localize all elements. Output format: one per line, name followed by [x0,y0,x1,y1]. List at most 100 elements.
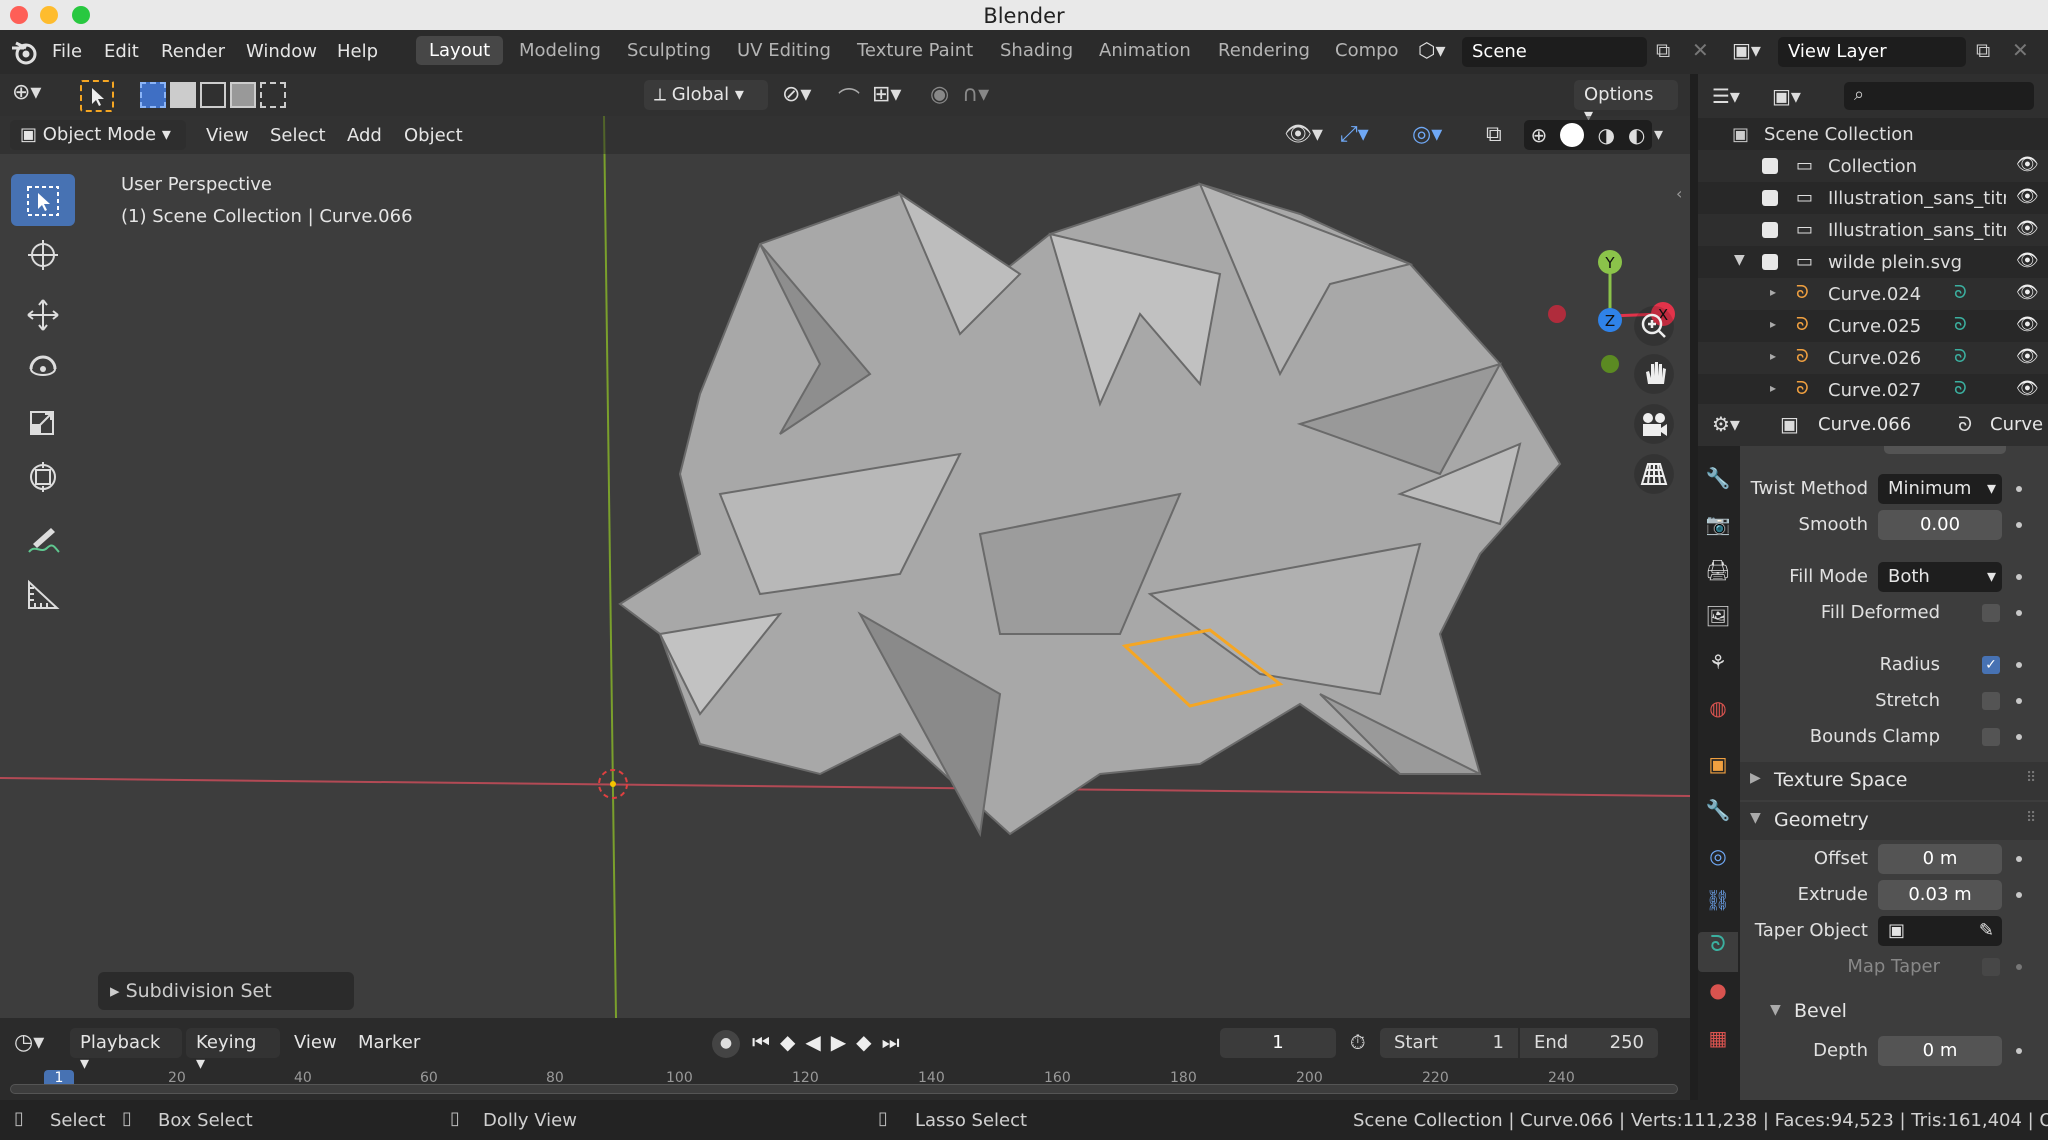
animate-property-dot[interactable] [2016,574,2022,580]
bounds-clamp-checkbox[interactable] [1982,728,2000,746]
clipped-field[interactable] [1884,446,2006,454]
proportional-falloff-icon[interactable]: ∩▾ [962,82,989,107]
eye-icon[interactable]: 👁 [2016,282,2039,303]
outliner-search-input[interactable]: ⌕ [1844,82,2034,110]
select-box-tool-icon[interactable] [11,174,75,226]
material-shading-icon[interactable]: ◑ [1597,123,1614,147]
menu-file[interactable]: File [52,41,82,62]
menu-edit[interactable]: Edit [104,41,139,62]
play-icon[interactable]: ▶ [831,1030,846,1054]
ortho-toggle-icon[interactable] [1634,454,1674,494]
curve-data-icon[interactable]: ᘐ [1954,378,1967,399]
eye-icon[interactable]: 👁 [2016,378,2039,399]
transform-tool-icon[interactable] [11,450,75,502]
outliner-item[interactable]: ▸ ᘐ Curve.024 ᘐ 👁 [1698,278,2048,310]
cursor-tool-icon[interactable] [11,228,75,280]
frame-ruler[interactable]: 1 20 40 60 80 100 120 140 160 180 200 22… [10,1068,1678,1096]
scale-tool-icon[interactable] [11,396,75,448]
eye-icon[interactable]: 👁 [2016,218,2039,239]
viewport-menu-add[interactable]: Add [347,125,382,146]
3d-viewport[interactable]: ⊕▾ ⟂ Global ▾ ⊘▾ ⌒ ⊞▾ ◉ ∩▾ Options ▾ ▣ O… [0,74,1690,1018]
curve-data-icon[interactable]: ᘐ [1954,346,1967,367]
timeline-menu-keying[interactable]: Keying ▾ [186,1028,280,1074]
end-frame-field[interactable]: End 250 [1520,1028,1658,1058]
animate-property-dot[interactable] [2016,698,2022,704]
proportional-edit-icon[interactable]: ◉ [930,82,949,107]
visibility-icon[interactable]: 👁▾ [1284,122,1323,147]
fill-mode-dropdown[interactable]: Both ▾ [1878,562,2002,592]
outliner-item[interactable]: ▭ Illustration_sans_titr 👁 [1698,182,2048,214]
solid-shading-icon[interactable] [1560,123,1585,147]
animate-property-dot[interactable] [2016,522,2022,528]
prev-keyframe-icon[interactable]: ◆ [780,1030,795,1054]
drag-handle-icon[interactable]: ⠿ [2026,810,2036,826]
animate-property-dot[interactable] [2016,964,2022,970]
view-layer-tab-icon[interactable]: 🖼 [1698,604,1738,644]
timeline-menu-marker[interactable]: Marker [358,1032,420,1053]
tab-animation[interactable]: Animation [1099,40,1191,61]
measure-tool-icon[interactable] [11,568,75,620]
outliner-item[interactable]: ▸ ᘐ Curve.026 ᘐ 👁 [1698,342,2048,374]
outliner-root[interactable]: ▣ Scene Collection [1698,118,2048,150]
timeline-scrollbar[interactable] [10,1084,1678,1094]
next-keyframe-icon[interactable]: ◆ [856,1030,871,1054]
extrude-field[interactable]: 0.03 m [1878,880,2002,910]
menu-help[interactable]: Help [337,41,378,62]
select-mode-icon[interactable] [80,80,114,112]
snap-toggle-icon[interactable]: ⌒ [838,82,860,114]
eyedropper-icon[interactable]: ✎ [1979,920,1994,941]
radius-checkbox[interactable]: ✓ [1982,656,2000,674]
overlay-toggle-icon[interactable]: ◎▾ [1412,122,1442,147]
depth-field[interactable]: 0 m [1878,1036,2002,1066]
stretch-checkbox[interactable] [1982,692,2000,710]
annotate-tool-icon[interactable] [11,514,75,566]
delete-scene-icon[interactable]: ✕ [1692,38,1709,62]
pan-view-icon[interactable] [1634,354,1674,394]
exclude-checkbox[interactable] [1762,222,1778,238]
eye-icon[interactable]: 👁 [2016,250,2039,271]
shading-options-icon[interactable]: ▾ [1654,124,1663,145]
animate-property-dot[interactable] [2016,1048,2022,1054]
eye-icon[interactable]: 👁 [2016,346,2039,367]
exclude-checkbox[interactable] [1762,254,1778,270]
camera-view-icon[interactable] [1634,404,1674,444]
exclude-checkbox[interactable] [1762,190,1778,206]
menu-window[interactable]: Window [246,41,317,62]
view-layer-name-field[interactable]: View Layer [1778,37,1966,67]
display-mode-icon[interactable]: ▣▾ [1772,84,1801,108]
tab-modeling[interactable]: Modeling [519,40,601,61]
jump-end-icon[interactable]: ⏭ [882,1030,900,1054]
viewport-menu-object[interactable]: Object [404,125,463,146]
snap-target-icon[interactable]: ⊞▾ [872,82,901,107]
wireframe-shading-icon[interactable]: ⊕ [1531,123,1548,147]
exclude-checkbox[interactable] [1762,158,1778,174]
expand-arrow-icon[interactable]: ▸ [1770,285,1776,299]
outliner-item[interactable]: ▸ ᘐ Curve.027 ᘐ 👁 [1698,374,2048,406]
timeline-menu-playback[interactable]: Playback ▾ [70,1028,182,1074]
tab-sculpting[interactable]: Sculpting [627,40,711,61]
constraints-tab-icon[interactable]: ⛓ [1698,888,1738,928]
mode-intersect-icon[interactable] [260,82,286,108]
gizmo-toggle-icon[interactable]: ⤢▾ [1340,122,1369,147]
delete-view-layer-icon[interactable]: ✕ [2012,38,2029,62]
smooth-field[interactable]: 0.00 [1878,510,2002,540]
eye-icon[interactable]: 👁 [2016,314,2039,335]
tab-rendering[interactable]: Rendering [1218,40,1310,61]
expand-arrow-icon[interactable]: ▸ [1770,381,1776,395]
tab-shading[interactable]: Shading [1000,40,1073,61]
play-reverse-icon[interactable]: ◀ [805,1030,820,1054]
eye-icon[interactable]: 👁 [2016,154,2039,175]
start-frame-field[interactable]: Start 1 [1380,1028,1518,1058]
scene-selector-icon[interactable]: ⬡▾ [1418,38,1458,66]
zoom-view-icon[interactable] [1634,306,1674,346]
view-layer-selector-icon[interactable]: ▣▾ [1732,38,1761,62]
new-view-layer-icon[interactable]: ⧉ [1976,38,1990,62]
expand-arrow-icon[interactable]: ▼ [1734,252,1745,268]
geometry-panel-header[interactable]: ▼ Geometry ⠿ [1740,802,2048,840]
animate-property-dot[interactable] [2016,610,2022,616]
outliner-item[interactable]: ▸ ᘐ Curve.025 ᘐ 👁 [1698,310,2048,342]
outliner-item[interactable]: ▭ Illustration_sans_titr 👁 [1698,214,2048,246]
outliner-item[interactable]: ▼ ▭ wilde plein.svg 👁 [1698,246,2048,278]
physics-tab-icon[interactable]: ◎ [1698,844,1738,884]
texture-tab-icon[interactable]: ▦ [1698,1026,1738,1066]
